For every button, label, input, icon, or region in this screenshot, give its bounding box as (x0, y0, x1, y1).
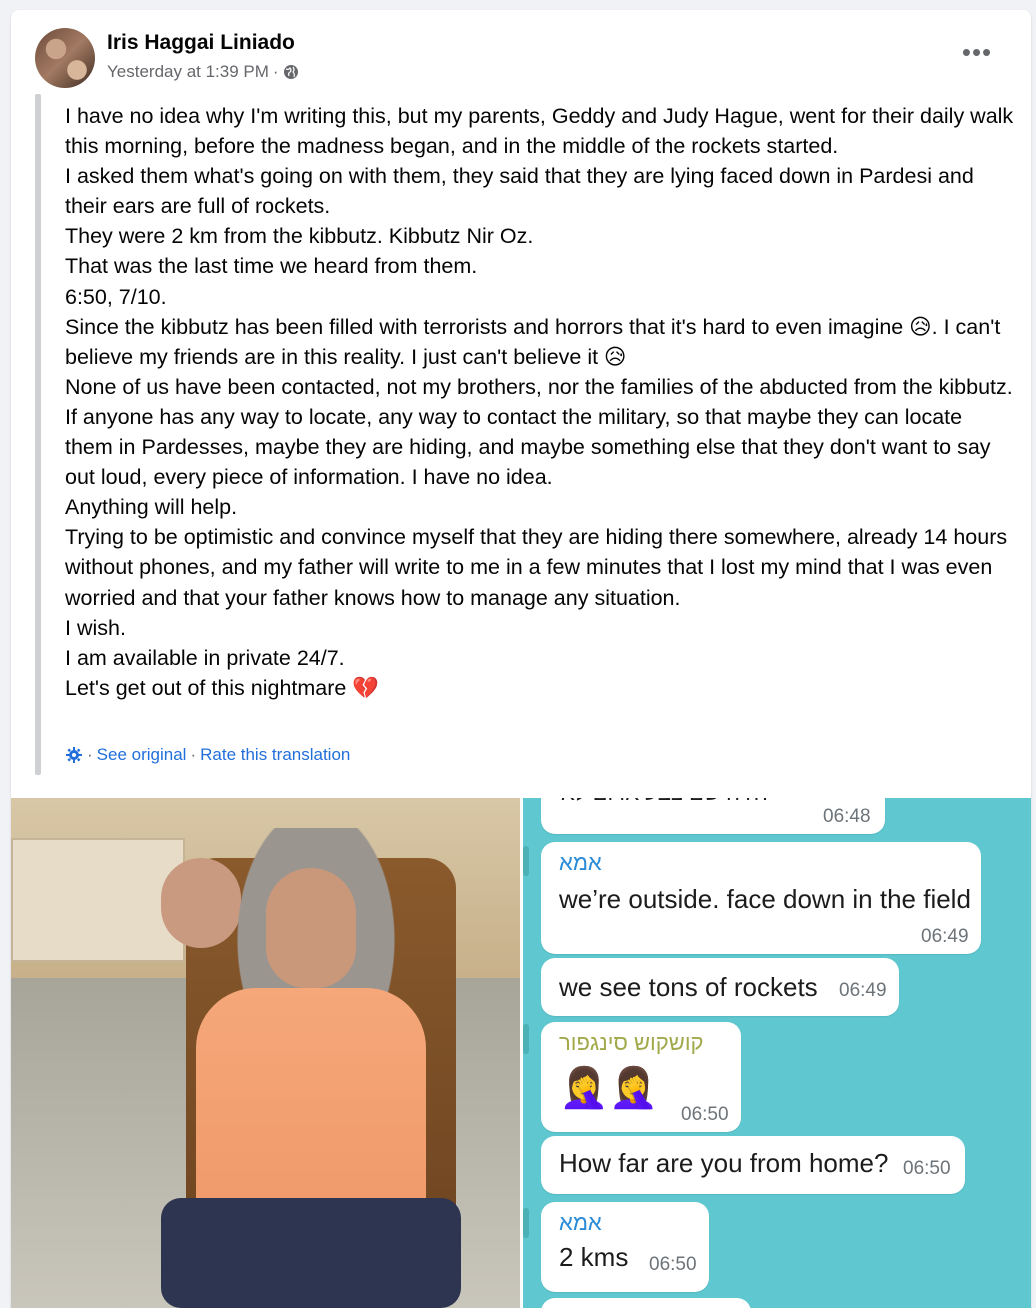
chat-sender: קושקוש סינגפור (559, 1030, 704, 1055)
photo-shorts (161, 1198, 461, 1308)
post-timestamp[interactable]: Yesterday at 1:39 PM (107, 62, 269, 82)
post-paragraph: They were 2 km from the kibbutz. Kibbutz… (65, 224, 534, 249)
see-original-link[interactable]: See original (97, 745, 187, 765)
chat-bubble: אמא 2 kms 06:50 (541, 1202, 709, 1292)
chat-time: 06:49 (921, 926, 969, 947)
chat-avatar-marker (523, 846, 529, 876)
translation-controls: · See original · Rate this translation (65, 745, 350, 765)
chat-time: 06:50 (903, 1158, 951, 1179)
globe-icon[interactable] (283, 64, 299, 80)
chat-bubble: ?היה שם צבע אדום לא 06:48 (541, 798, 885, 834)
more-options-button[interactable]: ••• (959, 37, 995, 67)
facepalm-emoji: 🤦‍♀️🤦‍♀️ (559, 1066, 659, 1110)
chat-time: 06:50 (681, 1104, 729, 1125)
translation-separator: · (87, 745, 93, 764)
chat-message: 2 kms (559, 1242, 629, 1272)
post-paragraph: I asked them what's going on with them, … (65, 164, 974, 219)
photo-shirt (196, 988, 426, 1218)
post-paragraph: Since the kibbutz has been filled with t… (65, 314, 1001, 369)
chat-bubble: קושקוש סינגפור 🤦‍♀️🤦‍♀️ 06:50 (541, 1022, 741, 1132)
chat-avatar-marker (523, 1024, 529, 1054)
chat-message: we see tons of rockets (559, 972, 818, 1002)
photo-face (266, 868, 356, 988)
gear-icon[interactable] (65, 746, 83, 764)
post-photo-couple[interactable] (11, 798, 520, 1308)
post-paragraph: Let's get out of this nightmare 💔 (65, 675, 380, 700)
meta-separator: · (272, 62, 279, 81)
chat-sender: אמא (559, 850, 602, 875)
post-paragraph: None of us have been contacted, not my b… (65, 374, 1013, 399)
chat-message: How far are you from home? (559, 1148, 889, 1178)
chat-sender: אמא (559, 1210, 602, 1235)
photo-cabinet (11, 838, 185, 962)
translation-quote-bar (35, 94, 41, 775)
post-body: I have no idea why I'm writing this, but… (65, 101, 1015, 703)
post-paragraph: If anyone has any way to locate, any way… (65, 404, 991, 490)
post-card: Iris Haggai Liniado Yesterday at 1:39 PM… (11, 10, 1031, 1308)
chat-bubble: אמא we’re outside. face down in the fiel… (541, 842, 981, 954)
post-paragraph: I wish. (65, 615, 126, 640)
post-paragraph: Trying to be optimistic and convince mys… (65, 525, 1008, 610)
chat-avatar-marker (523, 1208, 529, 1238)
post-paragraph: I have no idea why I'm writing this, but… (65, 104, 1014, 159)
chat-time: 06:48 (823, 806, 871, 827)
post-paragraph: I am available in private 24/7. (65, 645, 345, 670)
chat-bubble: we see tons of rockets 06:49 (541, 958, 899, 1016)
chat-bubble: How far are you from home? 06:50 (541, 1136, 965, 1194)
chat-message: we’re outside. face down in the field (559, 884, 971, 914)
chat-time: 06:49 (839, 980, 887, 1001)
post-meta: Yesterday at 1:39 PM · (107, 62, 299, 82)
post-paragraph: Anything will help. (65, 495, 238, 520)
post-photo-chat[interactable]: ?היה שם צבע אדום לא 06:48 אמא we’re outs… (523, 798, 1031, 1308)
rate-translation-link[interactable]: Rate this translation (200, 745, 350, 765)
author-avatar[interactable] (35, 28, 95, 88)
author-name[interactable]: Iris Haggai Liniado (107, 31, 295, 55)
post-paragraph: 6:50, 7/10. (65, 284, 167, 309)
chat-bubble (541, 1298, 751, 1308)
more-options-icon: ••• (961, 37, 993, 67)
chat-time: 06:50 (649, 1254, 697, 1275)
post-paragraph: That was the last time we heard from the… (65, 254, 478, 279)
translation-separator: · (190, 745, 197, 764)
chat-message: ?היה שם צבע אדום לא (561, 798, 771, 806)
